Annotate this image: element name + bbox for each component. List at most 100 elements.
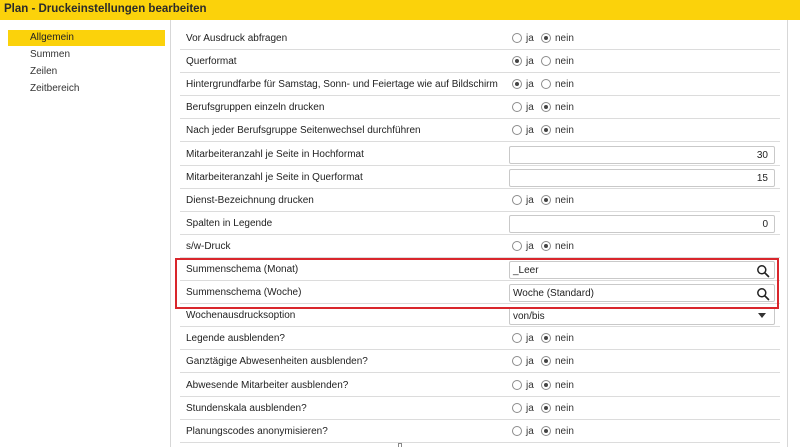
radio-dot[interactable]: [541, 102, 551, 113]
setting-label: Dienst-Bezeichnung drucken: [186, 194, 314, 206]
radio-dot[interactable]: [541, 79, 551, 90]
setting-label: Wochenausdrucksoption: [186, 310, 296, 322]
radio-dot[interactable]: [512, 33, 522, 43]
window-titlebar: Plan - Druckeinstellungen bearbeiten: [0, 0, 800, 20]
row-divider: [180, 441, 780, 443]
window-title: Plan - Druckeinstellungen bearbeiten: [4, 3, 207, 15]
highlight-box: [175, 258, 779, 309]
radio-label: ja: [526, 425, 534, 437]
setting-row: Mitarbeiteranzahl je Seite in Querformat…: [180, 166, 780, 189]
setting-label: Abwesende Mitarbeiter ausblenden?: [186, 379, 349, 391]
sidebar: Allgemein Summen Zeilen Zeitbereich: [0, 20, 170, 447]
radio-label: nein: [555, 356, 574, 368]
setting-row: Vor Ausdruck abfragen ja nein: [180, 27, 780, 50]
setting-row: Berufsgruppen einzeln drucken ja nein: [180, 96, 780, 120]
radio-dot[interactable]: [541, 425, 551, 436]
setting-row: Dienst-Bezeichnung drucken ja nein: [180, 189, 780, 212]
radio-label: nein: [555, 102, 574, 114]
setting-label: Legende ausblenden?: [186, 333, 285, 345]
radio-label: nein: [555, 33, 574, 44]
select-dropdown[interactable]: von/bis: [509, 307, 775, 326]
radio-label: ja: [526, 56, 534, 68]
resize-handle[interactable]: [398, 443, 402, 447]
setting-row: Ganztägige Abwesenheiten ausblenden? ja ne…: [180, 350, 780, 374]
radio-label: ja: [526, 79, 534, 91]
radio-dot[interactable]: [512, 402, 522, 413]
field-value: von/bis: [513, 311, 545, 323]
field-value: 30: [756, 149, 768, 161]
radio-dot[interactable]: [512, 56, 522, 67]
setting-label: Nach jeder Berufsgruppe Seitenwechsel du…: [186, 125, 421, 137]
radio-dot[interactable]: [541, 379, 551, 390]
radio-dot[interactable]: [512, 79, 522, 90]
setting-row: Hintergrundfarbe für Samstag, Sonn- und …: [180, 73, 780, 97]
sidebar-item-allgemein[interactable]: Allgemein: [8, 30, 165, 46]
radio-label: nein: [555, 425, 574, 437]
setting-row: Spalten in Legende 0: [180, 212, 780, 235]
radio-dot[interactable]: [541, 333, 551, 344]
radio-label: nein: [555, 125, 574, 137]
radio-dot[interactable]: [541, 194, 551, 205]
number-input[interactable]: 0: [509, 214, 775, 233]
number-input[interactable]: 30: [509, 145, 775, 164]
radio-label: nein: [555, 194, 574, 206]
field-value: 15: [756, 172, 768, 184]
radio-label: ja: [526, 333, 534, 345]
sidebar-divider: [170, 20, 171, 447]
chevron-down-icon[interactable]: [758, 313, 766, 319]
setting-label: Stundenskala ausblenden?: [186, 402, 307, 414]
radio-dot[interactable]: [512, 125, 522, 136]
radio-dot[interactable]: [512, 194, 522, 205]
radio-label: nein: [555, 240, 574, 252]
setting-label: Mitarbeiteranzahl je Seite in Hochformat: [186, 148, 364, 160]
setting-label: Mitarbeiteranzahl je Seite in Querformat: [186, 171, 363, 183]
setting-label: Berufsgruppen einzeln drucken: [186, 102, 325, 114]
setting-label: Hintergrundfarbe für Samstag, Sonn- und …: [186, 79, 498, 91]
radio-label: nein: [555, 56, 574, 68]
radio-dot[interactable]: [541, 356, 551, 367]
setting-label: s/w-Druck: [186, 240, 231, 252]
setting-row: Stundenskala ausblenden? ja nein: [180, 397, 780, 420]
radio-dot[interactable]: [512, 333, 522, 344]
radio-label: ja: [526, 102, 534, 114]
radio-dot[interactable]: [512, 240, 522, 251]
setting-label: Ganztägige Abwesenheiten ausblenden?: [186, 356, 368, 368]
radio-label: nein: [555, 79, 574, 91]
radio-dot[interactable]: [512, 356, 522, 367]
setting-row: Legende ausblenden? ja nein: [180, 327, 780, 351]
setting-row: Planungscodes anonymisieren? ja nein: [180, 420, 780, 443]
radio-label: ja: [526, 356, 534, 368]
panel-right-border: [787, 20, 788, 447]
setting-label: Spalten in Legende: [186, 217, 273, 229]
radio-dot[interactable]: [541, 240, 551, 251]
radio-dot[interactable]: [541, 402, 551, 413]
setting-label: Planungscodes anonymisieren?: [186, 425, 328, 437]
radio-dot[interactable]: [541, 33, 551, 43]
setting-row: Querformat ja nein: [180, 50, 780, 74]
radio-label: ja: [526, 240, 534, 252]
setting-row: s/w-Druck ja nein: [180, 235, 780, 258]
radio-label: ja: [526, 194, 534, 206]
radio-dot[interactable]: [512, 425, 522, 436]
radio-label: ja: [526, 125, 534, 137]
radio-dot[interactable]: [541, 125, 551, 136]
sidebar-item-zeilen[interactable]: Zeilen: [8, 64, 165, 80]
radio-label: nein: [555, 379, 574, 391]
sidebar-item-zeitbereich[interactable]: Zeitbereich: [8, 81, 165, 97]
radio-label: ja: [526, 402, 534, 414]
setting-label: Querformat: [186, 56, 237, 68]
radio-label: ja: [526, 379, 534, 391]
radio-label: nein: [555, 402, 574, 414]
setting-row: Mitarbeiteranzahl je Seite in Hochformat…: [180, 143, 780, 166]
field-value: 0: [762, 218, 768, 230]
sidebar-item-summen[interactable]: Summen: [8, 47, 165, 63]
setting-row: Nach jeder Berufsgruppe Seitenwechsel du…: [180, 119, 780, 143]
radio-dot[interactable]: [512, 102, 522, 113]
radio-label: nein: [555, 333, 574, 345]
number-input[interactable]: 15: [509, 168, 775, 187]
radio-label: ja: [526, 33, 534, 44]
radio-dot[interactable]: [541, 56, 551, 67]
radio-dot[interactable]: [512, 379, 522, 390]
setting-label: Vor Ausdruck abfragen: [186, 33, 288, 44]
setting-row: Abwesende Mitarbeiter ausblenden? ja nein: [180, 374, 780, 397]
